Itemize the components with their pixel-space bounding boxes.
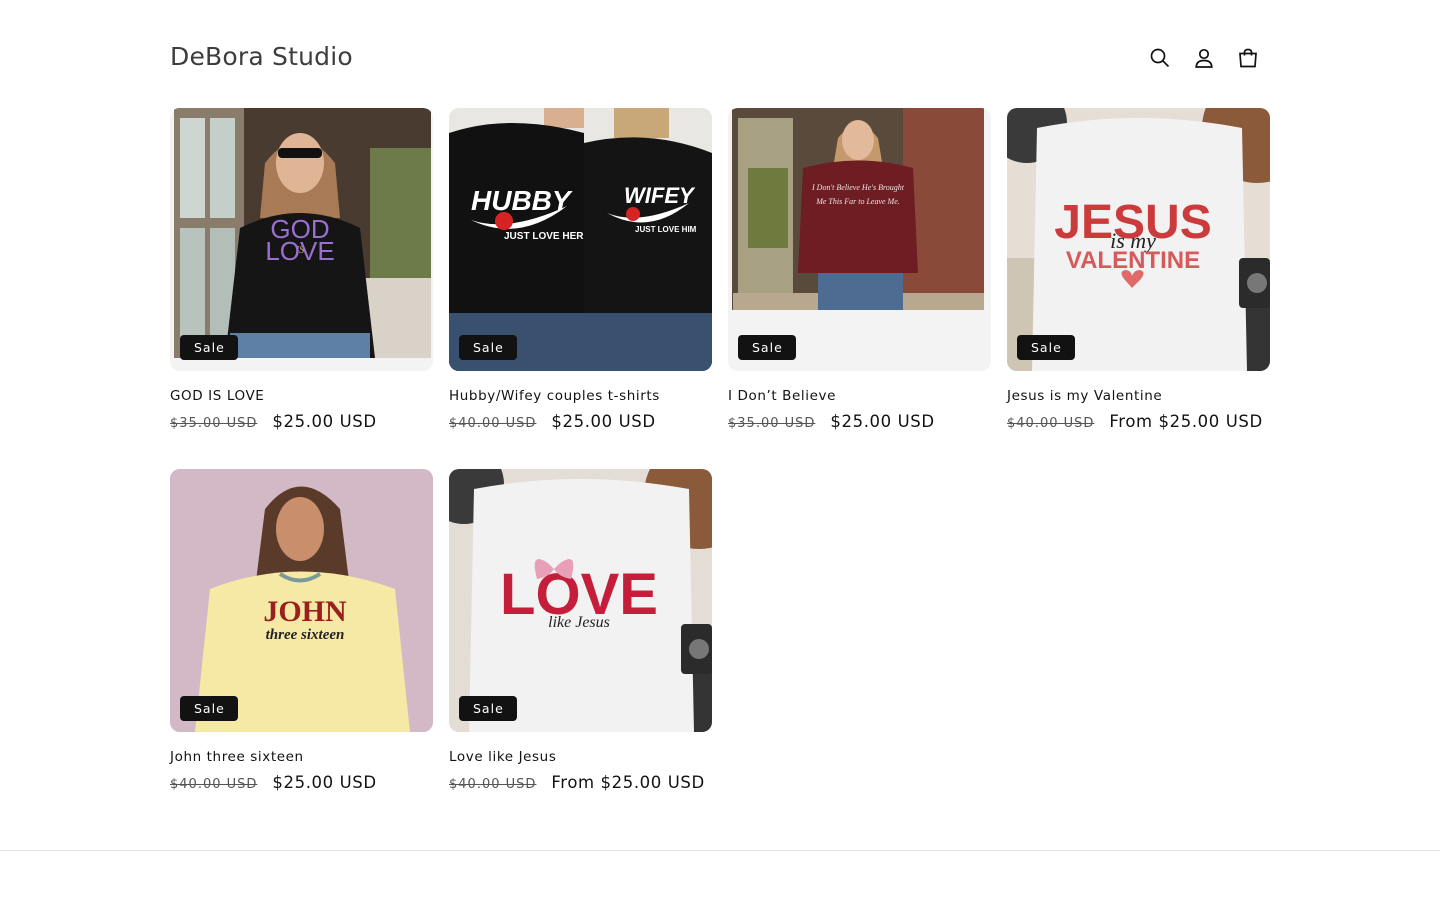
product-price: $35.00 USD $25.00 USD (728, 412, 991, 431)
product-price: $40.00 USD $25.00 USD (170, 773, 433, 792)
product-title[interactable]: GOD IS LOVE (170, 388, 433, 404)
search-icon[interactable] (1138, 36, 1182, 80)
product-title[interactable]: Jesus is my Valentine (1007, 388, 1270, 404)
product-photo: GOD IS LOVE (170, 108, 433, 371)
compare-price: $40.00 USD (1007, 416, 1095, 431)
product-photo: JOHN three sixteen (170, 469, 433, 732)
account-icon[interactable] (1182, 36, 1226, 80)
product-price: $35.00 USD $25.00 USD (170, 412, 433, 431)
product-card[interactable]: I Don't Believe He's Brought Me This Far… (728, 108, 991, 431)
product-title[interactable]: I Don’t Believe (728, 388, 991, 404)
shirt-text: JOHN (263, 595, 347, 628)
product-title[interactable]: Love like Jesus (449, 749, 712, 765)
product-card[interactable]: HUBBY JUST LOVE HER WIFEY JUST LOVE HIM … (449, 108, 712, 431)
sale-badge: Sale (738, 335, 796, 360)
sale-price: From $25.00 USD (551, 773, 705, 792)
compare-price: $40.00 USD (449, 777, 537, 792)
sale-price: $25.00 USD (830, 412, 935, 431)
product-photo: I Don't Believe He's Brought Me This Far… (728, 108, 991, 371)
product-image[interactable]: I Don't Believe He's Brought Me This Far… (728, 108, 991, 371)
sale-badge: Sale (180, 335, 238, 360)
sale-badge: Sale (180, 696, 238, 721)
product-card[interactable]: LOVE like Jesus Sale Love like Jesus $40… (449, 469, 712, 792)
product-photo: LOVE like Jesus (449, 469, 712, 732)
shirt-text: JUST LOVE HER (504, 231, 584, 242)
shirt-text: WIFEY (624, 183, 696, 208)
sale-badge: Sale (459, 335, 517, 360)
cart-icon[interactable] (1226, 36, 1270, 80)
compare-price: $40.00 USD (449, 416, 537, 431)
store-logo[interactable]: DeBora Studio (170, 42, 353, 71)
header-icons (1138, 36, 1270, 80)
product-card[interactable]: JESUS is my VALENTINE Sale Jesus is my V… (1007, 108, 1270, 431)
compare-price: $35.00 USD (728, 416, 816, 431)
site-header: DeBora Studio (170, 36, 1270, 80)
sale-badge: Sale (1017, 335, 1075, 360)
sale-price: $25.00 USD (272, 412, 377, 431)
product-photo: JESUS is my VALENTINE (1007, 108, 1270, 371)
shirt-text: three sixteen (266, 627, 345, 643)
shirt-text: LOVE (265, 236, 334, 266)
shirt-text: like Jesus (548, 614, 610, 631)
shirt-text: Me This Far to Leave Me. (815, 197, 900, 206)
shirt-text: VALENTINE (1066, 247, 1200, 274)
product-price: $40.00 USD From $25.00 USD (1007, 412, 1270, 431)
shirt-text: JUST LOVE HIM (635, 225, 697, 234)
product-image[interactable]: GOD IS LOVE Sale (170, 108, 433, 371)
product-image[interactable]: JESUS is my VALENTINE Sale (1007, 108, 1270, 371)
product-card[interactable]: GOD IS LOVE Sale GOD IS LOVE $35.00 USD … (170, 108, 433, 431)
sale-price: From $25.00 USD (1109, 412, 1263, 431)
sale-price: $25.00 USD (551, 412, 656, 431)
footer-divider (0, 850, 1440, 851)
product-price: $40.00 USD $25.00 USD (449, 412, 712, 431)
product-price: $40.00 USD From $25.00 USD (449, 773, 712, 792)
sale-badge: Sale (459, 696, 517, 721)
shirt-text: I Don't Believe He's Brought (811, 183, 905, 192)
product-image[interactable]: LOVE like Jesus Sale (449, 469, 712, 732)
product-card[interactable]: JOHN three sixteen Sale John three sixte… (170, 469, 433, 792)
sale-price: $25.00 USD (272, 773, 377, 792)
product-image[interactable]: HUBBY JUST LOVE HER WIFEY JUST LOVE HIM … (449, 108, 712, 371)
product-title[interactable]: John three sixteen (170, 749, 433, 765)
compare-price: $40.00 USD (170, 777, 258, 792)
product-image[interactable]: JOHN three sixteen Sale (170, 469, 433, 732)
compare-price: $35.00 USD (170, 416, 258, 431)
product-photo: HUBBY JUST LOVE HER WIFEY JUST LOVE HIM (449, 108, 712, 371)
product-title[interactable]: Hubby/Wifey couples t-shirts (449, 388, 712, 404)
